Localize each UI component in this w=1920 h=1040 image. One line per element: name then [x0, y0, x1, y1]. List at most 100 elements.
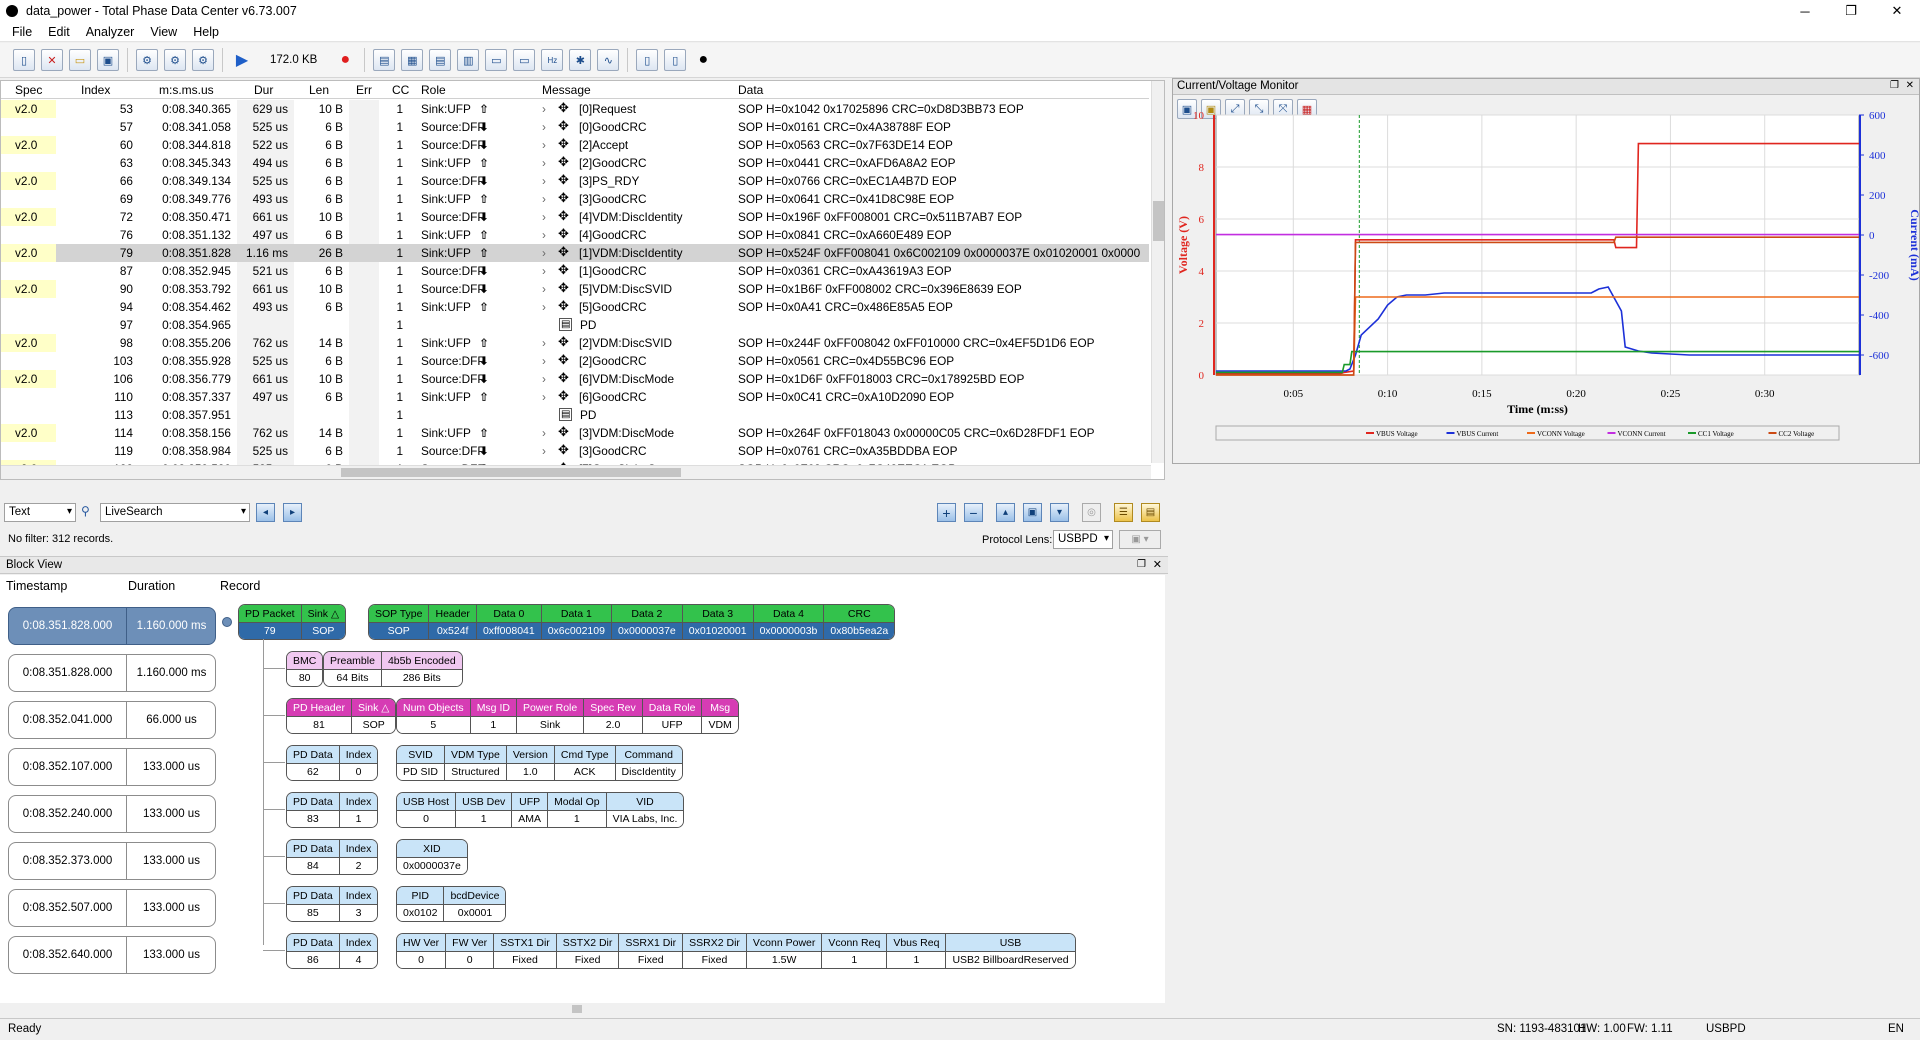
list-icon[interactable]: ▤ [429, 49, 452, 71]
record-label-block[interactable]: PD Data 62 Index 0 [286, 745, 379, 781]
record-label-block[interactable]: PD Data 86 Index 4 [286, 933, 379, 969]
collapse-down-button[interactable]: ▾ [1050, 503, 1069, 522]
record-detail-block[interactable]: PID 0x0102 bcdDevice 0x0001 [396, 886, 507, 922]
timestamp-entry[interactable]: 0:08.352.640.000 133.000 us [8, 936, 216, 974]
col-duration[interactable]: Dur [254, 83, 273, 97]
timestamp-entry[interactable]: 0:08.352.373.000 133.000 us [8, 842, 216, 880]
window-icon[interactable]: ▭ [485, 49, 508, 71]
record-detail-block[interactable]: Preamble 64 Bits 4b5b Encoded 286 Bits [323, 651, 463, 687]
table-row[interactable]: v2.0 98 0:08.355.206 762 us 14 B 1 Sink:UFP ⇧ › ✥… [1, 334, 1149, 352]
timestamp-entry[interactable]: 0:08.351.828.000 1.160.000 ms [8, 607, 216, 645]
table-row[interactable]: 87 0:08.352.945 521 us 6 B 1 Source:DFP ⬇ › ✥ [1]… [1, 262, 1149, 280]
protocol-lens-select[interactable]: USBPD [1053, 530, 1113, 549]
expand-chevron-icon[interactable]: › [542, 174, 546, 188]
table-row[interactable]: 113 0:08.357.951 1 ▤ PD [1, 406, 1149, 424]
expand-button[interactable]: ▣ [1023, 503, 1042, 522]
transfer-icon[interactable]: ▭ [513, 49, 536, 71]
table-row[interactable]: 103 0:08.355.928 525 us 6 B 1 Source:DFP ⬇ › ✥ [2… [1, 352, 1149, 370]
col-index[interactable]: Index [81, 83, 110, 97]
record-icon[interactable]: ● [334, 49, 356, 71]
expand-chevron-icon[interactable]: › [542, 390, 546, 404]
document-icon[interactable]: ▯ [636, 49, 659, 71]
col-cc[interactable]: CC [392, 83, 409, 97]
close-file-icon[interactable]: ✕ [41, 49, 63, 71]
remove-filter-button[interactable]: − [964, 503, 983, 522]
table-row[interactable]: v2.0 66 0:08.349.134 525 us 6 B 1 Source:DFP ⬇ ›… [1, 172, 1149, 190]
expand-chevron-icon[interactable]: › [542, 138, 546, 152]
menu-help[interactable]: Help [185, 25, 227, 39]
bookmark-button[interactable]: ☰ [1114, 503, 1133, 522]
expand-chevron-icon[interactable]: › [542, 210, 546, 224]
menu-edit[interactable]: Edit [40, 25, 78, 39]
menu-analyzer[interactable]: Analyzer [78, 25, 143, 39]
console-icon[interactable]: ▤ [373, 49, 396, 71]
record-label-block[interactable]: BMC 80 [286, 651, 324, 687]
config-icon[interactable]: ⚙ [192, 49, 214, 71]
expand-chevron-icon[interactable]: › [542, 246, 546, 260]
timestamp-entry[interactable]: 0:08.352.240.000 133.000 us [8, 795, 216, 833]
expand-chevron-icon[interactable]: › [542, 300, 546, 314]
record-detail-block[interactable]: Num Objects 5 Msg ID 1 Power Role Sink Spec Re… [396, 698, 739, 734]
expand-chevron-icon[interactable]: › [542, 426, 546, 440]
record-detail-block[interactable]: USB Host 0 USB Dev 1 UFP AMA Modal Op 1 VID VIA L… [396, 792, 685, 828]
search-input[interactable]: LiveSearch [100, 503, 250, 522]
voltage-current-chart[interactable]: 0:05 0:10 0:15 0:20 0:25 0:30 0 2 4 6 8 10 600 400 200… [1173, 97, 1919, 463]
network-icon[interactable]: ✱ [569, 49, 592, 71]
expand-chevron-icon[interactable]: › [542, 102, 546, 116]
timestamp-entry[interactable]: 0:08.352.107.000 133.000 us [8, 748, 216, 786]
table-row[interactable]: v2.0 90 0:08.353.792 661 us 10 B 1 Source:DFP ⬇… [1, 280, 1149, 298]
disabled-button[interactable]: ◎ [1082, 503, 1101, 522]
expand-chevron-icon[interactable]: › [542, 192, 546, 206]
filter-mode-select[interactable]: Text [4, 503, 76, 522]
grid-icon[interactable]: ▦ [401, 49, 424, 71]
expand-chevron-icon[interactable]: › [542, 354, 546, 368]
device-icon[interactable]: ⚙ [136, 49, 158, 71]
table-row[interactable]: 69 0:08.349.776 493 us 6 B 1 Sink:UFP ⇧ › ✥ [3]Go… [1, 190, 1149, 208]
timestamp-entry[interactable]: 0:08.352.041.000 66.000 us [8, 701, 216, 739]
list-vertical-scrollbar[interactable] [1151, 81, 1164, 463]
maximize-button[interactable]: ❐ [1828, 0, 1874, 22]
search-prev-button[interactable]: ◂ [256, 503, 275, 522]
col-length[interactable]: Len [309, 83, 329, 97]
table-row[interactable]: 110 0:08.357.337 497 us 6 B 1 Sink:UFP ⇧ › ✥ [6]G… [1, 388, 1149, 406]
table-row[interactable]: v2.0 72 0:08.350.471 661 us 10 B 1 Source:DFP ⬇… [1, 208, 1149, 226]
table-row[interactable]: 76 0:08.351.132 497 us 6 B 1 Sink:UFP ⇧ › ✥ [4]Go… [1, 226, 1149, 244]
record-label-block[interactable]: PD Data 83 Index 1 [286, 792, 379, 828]
list-horizontal-scrollbar[interactable] [1, 465, 1151, 479]
new-file-icon[interactable]: ▯ [13, 49, 35, 71]
settings-icon[interactable]: ⚙ [164, 49, 186, 71]
collapse-up-button[interactable]: ▴ [996, 503, 1015, 522]
menu-view[interactable]: View [142, 25, 185, 39]
table-row[interactable]: 57 0:08.341.058 525 us 6 B 1 Source:DFP ⬇ › ✥ [0]… [1, 118, 1149, 136]
table-row[interactable]: v2.0 53 0:08.340.365 629 us 10 B 1 Sink:UFP ⇧ › ✥… [1, 100, 1149, 118]
table-row[interactable]: 97 0:08.354.965 1 ▤ PD [1, 316, 1149, 334]
table-row[interactable]: v2.0 79 0:08.351.828 1.16 ms 26 B 1 Sink:UFP ⇧ ›… [1, 244, 1149, 262]
search-next-button[interactable]: ▸ [283, 503, 302, 522]
table-row[interactable]: v2.0 60 0:08.344.818 522 us 6 B 1 Source:DFP ⬇ ›… [1, 136, 1149, 154]
col-data[interactable]: Data [738, 83, 763, 97]
expand-chevron-icon[interactable]: › [542, 120, 546, 134]
note-button[interactable]: ▤ [1141, 503, 1160, 522]
table-row[interactable]: v2.0 106 0:08.356.779 661 us 10 B 1 Source:DFP… [1, 370, 1149, 388]
block-view-horizontal-scrollbar[interactable] [0, 1003, 1165, 1015]
record-label-block[interactable]: PD Header 81 Sink △ SOP [286, 698, 397, 734]
expand-chevron-icon[interactable]: › [542, 228, 546, 242]
close-pane-icon[interactable]: ✕ [1153, 558, 1162, 571]
record-label-block[interactable]: PD Data 84 Index 2 [286, 839, 379, 875]
menu-file[interactable]: File [4, 25, 40, 39]
expand-chevron-icon[interactable]: › [542, 156, 546, 170]
expand-chevron-icon[interactable]: › [542, 336, 546, 350]
expand-chevron-icon[interactable]: › [542, 264, 546, 278]
minimize-button[interactable]: ─ [1782, 0, 1828, 22]
table-row[interactable]: 63 0:08.345.343 494 us 6 B 1 Sink:UFP ⇧ › ✥ [2]Go… [1, 154, 1149, 172]
expand-chevron-icon[interactable]: › [542, 372, 546, 386]
table-row[interactable]: v2.0 114 0:08.358.156 762 us 14 B 1 Sink:UFP ⇧ ›… [1, 424, 1149, 442]
col-role[interactable]: Role [421, 83, 446, 97]
hertz-icon[interactable]: Hz [541, 49, 564, 71]
pd-packet-block[interactable]: PD Packet 79 Sink △ SOP [238, 604, 347, 640]
export-icon[interactable]: ▯ [664, 49, 687, 71]
bomb-icon[interactable]: ● [692, 49, 714, 71]
timestamp-entry[interactable]: 0:08.351.828.000 1.160.000 ms [8, 654, 216, 692]
col-message[interactable]: Message [542, 83, 591, 97]
float-pane-icon[interactable]: ❐ [1137, 559, 1146, 570]
